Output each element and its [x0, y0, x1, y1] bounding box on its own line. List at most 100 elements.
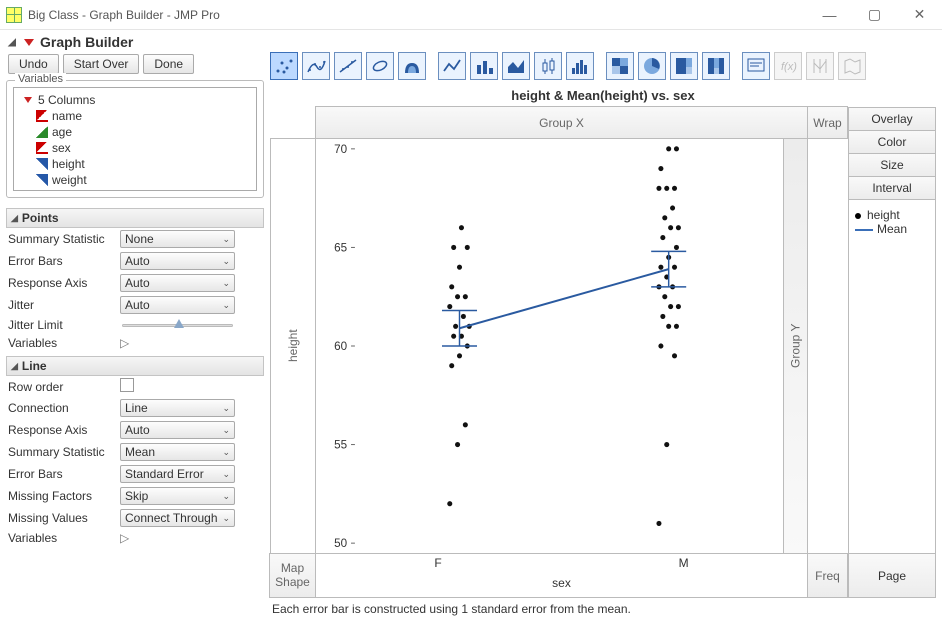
- row-order-checkbox[interactable]: [120, 378, 134, 392]
- y-axis-label[interactable]: height: [270, 138, 316, 554]
- column-sex[interactable]: sex: [18, 140, 252, 156]
- charticon-formula: f(x): [774, 52, 802, 80]
- titlebar: Big Class - Graph Builder - JMP Pro — ▢ …: [0, 0, 942, 30]
- close-button[interactable]: ✕: [897, 0, 942, 30]
- jitter-limit-slider[interactable]: [120, 318, 235, 332]
- points-response-axis-combo[interactable]: Auto⌄: [120, 274, 235, 292]
- line-response-axis-combo[interactable]: Auto⌄: [120, 421, 235, 439]
- charticon-treemap[interactable]: [670, 52, 698, 80]
- charticon-area[interactable]: [502, 52, 530, 80]
- hotspot-icon[interactable]: [24, 39, 34, 46]
- undo-button[interactable]: Undo: [8, 54, 59, 74]
- disclosure-icon: ◢: [11, 361, 18, 372]
- line-summary-stat-combo[interactable]: Mean⌄: [120, 443, 235, 461]
- line-error-bars-combo[interactable]: Standard Error⌄: [120, 465, 235, 483]
- zone-group-y[interactable]: Group Y: [783, 138, 808, 554]
- zone-size[interactable]: Size: [848, 154, 936, 177]
- charticon-ellipse[interactable]: [366, 52, 394, 80]
- charticon-mosaic[interactable]: [702, 52, 730, 80]
- zone-group-x[interactable]: Group X: [315, 106, 808, 139]
- done-button[interactable]: Done: [143, 54, 194, 74]
- line-group-header[interactable]: ◢ Line: [6, 356, 264, 376]
- points-group-header[interactable]: ◢ Points: [6, 208, 264, 228]
- zone-interval[interactable]: Interval: [848, 177, 936, 200]
- nominal-icon: [36, 142, 48, 154]
- maximize-button[interactable]: ▢: [852, 0, 897, 30]
- chevron-down-icon: ⌄: [222, 447, 230, 458]
- section-header: ◢ Graph Builder: [0, 30, 942, 52]
- variables-label: Variables: [15, 73, 66, 85]
- charticon-box[interactable]: [534, 52, 562, 80]
- line-connection-combo[interactable]: Line⌄: [120, 399, 235, 417]
- zone-overlay[interactable]: Overlay: [848, 107, 936, 131]
- points-error-bars-combo[interactable]: Auto⌄: [120, 252, 235, 270]
- column-weight[interactable]: weight: [18, 172, 252, 188]
- x-tick-M: M: [679, 556, 689, 570]
- legend-dot-icon: [855, 213, 861, 219]
- points-properties: Summary Statistic None⌄ Error Bars Auto⌄…: [6, 228, 264, 352]
- minimize-button[interactable]: —: [807, 0, 852, 30]
- zone-map-shape[interactable]: Map Shape: [269, 553, 316, 598]
- disclosure-icon[interactable]: ◢: [6, 36, 18, 48]
- zone-color[interactable]: Color: [848, 131, 936, 154]
- right-panel: f(x) height & Mean(height) vs. sex Group…: [270, 52, 936, 616]
- chevron-down-icon: ⌄: [222, 469, 230, 480]
- continuous-icon: [36, 158, 48, 170]
- line-missing-factors-combo[interactable]: Skip⌄: [120, 487, 235, 505]
- svg-text:55: 55: [334, 438, 347, 451]
- column-name[interactable]: name: [18, 108, 252, 124]
- plot-area[interactable]: 5055606570: [315, 138, 784, 554]
- charticon-heatmap[interactable]: [606, 52, 634, 80]
- line-missing-values-combo[interactable]: Connect Through⌄: [120, 509, 235, 527]
- column-list[interactable]: 5 Columns name age sex height: [13, 87, 257, 191]
- zone-wrap[interactable]: Wrap: [807, 106, 848, 139]
- charticon-caption[interactable]: [742, 52, 770, 80]
- charticon-histogram[interactable]: [566, 52, 594, 80]
- hotspot-icon[interactable]: [24, 97, 32, 103]
- zone-freq[interactable]: Freq: [807, 553, 848, 598]
- column-age[interactable]: age: [18, 124, 252, 140]
- zone-page[interactable]: Page: [848, 554, 936, 598]
- variables-fieldset: Variables 5 Columns name age sex: [6, 80, 264, 198]
- chart-footnote: Each error bar is constructed using 1 st…: [270, 598, 936, 616]
- charticon-line-of-fit[interactable]: [334, 52, 362, 80]
- svg-text:60: 60: [334, 340, 347, 353]
- columns-header[interactable]: 5 Columns: [18, 92, 252, 108]
- svg-text:50: 50: [334, 537, 347, 550]
- chart-type-palette: f(x): [270, 52, 936, 86]
- line-variables-expand[interactable]: ▷: [120, 531, 129, 545]
- x-axis-label: sex: [552, 576, 571, 590]
- charticon-smoother[interactable]: [302, 52, 330, 80]
- disclosure-icon: ◢: [11, 213, 18, 224]
- points-jitter-combo[interactable]: Auto⌄: [120, 296, 235, 314]
- chevron-down-icon: ⌄: [222, 403, 230, 414]
- charticon-contour[interactable]: [398, 52, 426, 80]
- x-axis-area[interactable]: F M sex: [315, 553, 808, 598]
- app-icon: [6, 7, 22, 23]
- legend-line-icon: [855, 229, 873, 231]
- x-tick-F: F: [434, 556, 441, 570]
- charticon-line[interactable]: [438, 52, 466, 80]
- charticon-bar[interactable]: [470, 52, 498, 80]
- graph-grid: Group X Wrap Overlay Color Size Interval…: [270, 107, 936, 598]
- window-title: Big Class - Graph Builder - JMP Pro: [28, 8, 807, 22]
- legend: height Mean: [848, 200, 936, 554]
- ordinal-icon: [36, 126, 48, 138]
- chart-title: height & Mean(height) vs. sex: [270, 86, 936, 107]
- chevron-down-icon: ⌄: [222, 491, 230, 502]
- charticon-map: [838, 52, 866, 80]
- chevron-down-icon: ⌄: [222, 278, 230, 289]
- start-over-button[interactable]: Start Over: [63, 54, 140, 74]
- svg-text:65: 65: [334, 241, 347, 254]
- points-variables-expand[interactable]: ▷: [120, 336, 129, 350]
- charticon-points[interactable]: [270, 52, 298, 80]
- chevron-down-icon: ⌄: [222, 300, 230, 311]
- chevron-down-icon: ⌄: [222, 256, 230, 267]
- continuous-icon: [36, 174, 48, 186]
- charticon-parallel: [806, 52, 834, 80]
- section-title: Graph Builder: [40, 34, 133, 50]
- chevron-down-icon: ⌄: [222, 234, 230, 245]
- points-summary-stat-combo[interactable]: None⌄: [120, 230, 235, 248]
- charticon-pie[interactable]: [638, 52, 666, 80]
- column-height[interactable]: height: [18, 156, 252, 172]
